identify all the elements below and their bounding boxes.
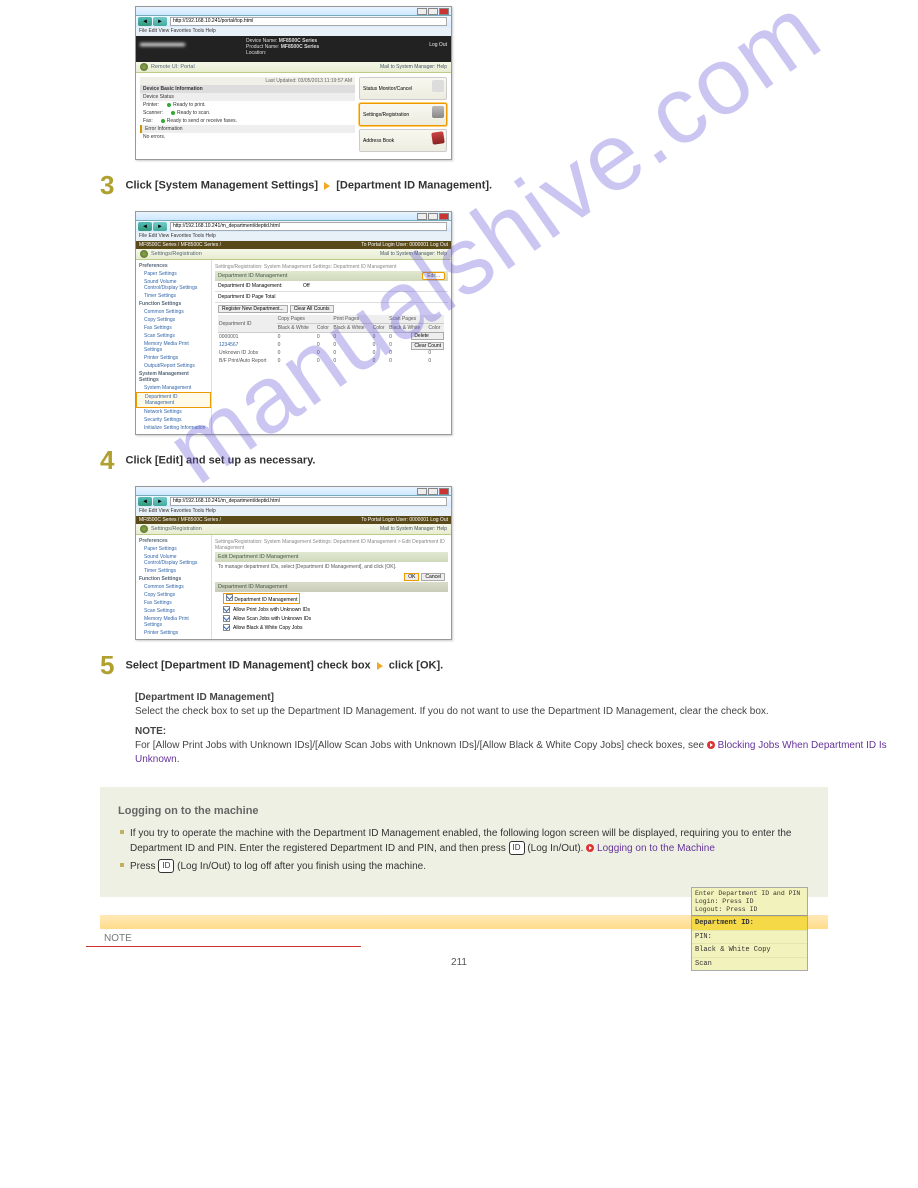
substep-item: [Department ID Management] [135,692,274,703]
max-icon [428,8,438,15]
clear-count-button: Clear Count [411,342,444,350]
arrow-icon [377,662,383,670]
back-icon: ◄ [138,17,152,26]
id-key-icon: ID [509,841,525,855]
dept-id-mgmt-checkbox: Department ID Management [215,592,448,605]
step-5: 5 Select [Department ID Management] chec… [100,650,918,681]
screenshot-remote-ui-portal: ◄ ► http://192.168.10.241/portal/top.htm… [135,6,452,160]
close-icon [439,8,449,15]
divider [86,946,361,947]
lcd-dept-id-row: Department ID: [692,916,807,930]
error-info: No errors. [140,133,355,141]
link-arrow-icon [586,844,594,852]
settings-registration-box: Settings/Registration [359,103,447,126]
gear-icon [140,63,148,71]
last-updated: Last Updated: 03/05/2013 11:19:57 AM [140,77,355,85]
min-icon [417,8,427,15]
logging-on-link[interactable]: Logging on to the Machine [597,843,715,854]
device-basic-info-header: Device Basic Information [140,85,355,93]
logout-link: Log Out [429,42,447,48]
browser-navbar: ◄ ► http://192.168.10.241/portal/top.htm… [136,16,451,27]
infobox-title: Logging on to the machine [118,803,810,820]
edit-button: Edit... [422,272,445,280]
lcd-panel: Enter Department ID and PIN Login: Press… [691,887,808,971]
clear-all-counts-button: Clear All Counts [290,305,334,313]
step-3: 3 Click [System Management Settings] [De… [100,170,918,201]
dept-table: Department ID Copy Pages Print Pages Sca… [218,315,444,365]
error-info-header: Error Information [140,125,355,133]
id-key-icon: ID [158,859,174,873]
settings-icon [432,106,444,118]
window-titlebar [136,7,451,16]
settings-nav: Preferences Paper Settings Sound Volume … [136,260,212,434]
cancel-button: Cancel [421,573,445,581]
monitor-icon [432,80,444,92]
ok-button: OK [404,573,419,581]
step-4: 4 Click [Edit] and set up as necessary. [100,445,918,476]
info-box: Logging on to the machine If you try to … [100,787,828,897]
address-bar: http://192.168.10.241/portal/top.html [170,17,447,26]
substep-text: Select the check box to set up the Depar… [135,706,769,717]
device-header: ▬▬▬▬▬ Device Name: MF8500C Series Produc… [136,36,451,62]
book-icon [431,131,445,145]
portal-bar: Remote UI: Portal Mail to System Manager… [136,62,451,73]
screenshot-dept-id-management: ◄► http://192.168.10.241/m_department/de… [135,211,452,435]
link-arrow-icon [707,741,715,749]
forward-icon: ► [153,17,167,26]
address-book-box: Address Book [359,129,447,152]
register-new-dept-button: Register New Department... [218,305,288,313]
screenshot-edit-dept-id: ◄► http://192.168.10.241/m_department/de… [135,486,452,640]
status-monitor-box: Status Monitor/Cancel [359,77,447,100]
arrow-icon [324,182,330,190]
device-status-header: Device Status [140,93,355,101]
step-number: 3 [100,170,114,200]
nav-dept-id-management: Department ID Management [136,392,211,408]
delete-button: Delete [411,332,444,340]
panel-title: Department ID Management Edit... [215,271,448,281]
browser-menubar: File Edit View Favorites Tools Help [136,27,451,36]
breadcrumb: Settings/Registration: System Management… [215,263,448,271]
